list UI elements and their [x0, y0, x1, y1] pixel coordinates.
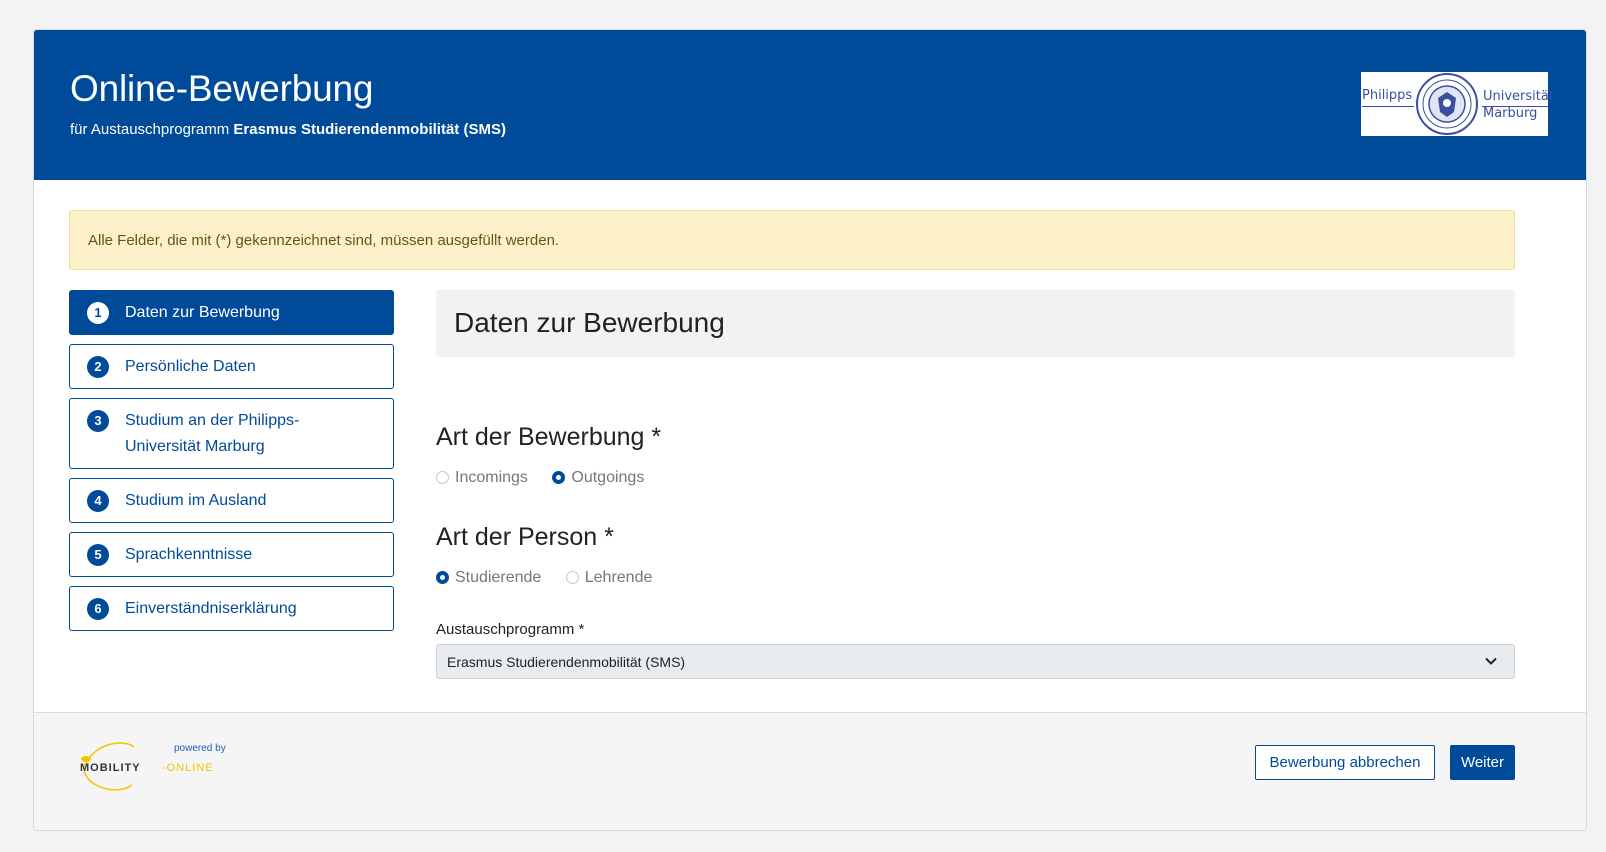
step-sprachkenntnisse[interactable]: 5 Sprachkenntnisse — [69, 532, 394, 577]
radio-lehrende[interactable]: Lehrende — [565, 569, 653, 587]
radio-label: Studierende — [455, 569, 542, 586]
radio-label: Incomings — [455, 469, 528, 486]
step-label: Studium im Ausland — [125, 492, 267, 509]
section-title: Daten zur Bewerbung — [454, 307, 725, 338]
step-label: Sprachkenntnisse — [125, 546, 253, 563]
logo-right-text-2: Marburg — [1483, 106, 1538, 121]
section-header: Daten zur Bewerbung — [436, 290, 1515, 357]
university-seal-icon — [1416, 73, 1478, 135]
page-title: Online-Bewerbung — [70, 68, 374, 109]
step-number: 1 — [87, 302, 109, 324]
page-header: Online-Bewerbung für Austauschprogramm E… — [34, 30, 1586, 180]
page-footer: powered by MOBILITY -ONLINE Bewerbung ab… — [34, 712, 1586, 830]
radio-outgoings[interactable]: Outgoings — [552, 469, 644, 487]
radio-label: Lehrende — [584, 569, 653, 586]
subtitle-prefix: für Austauschprogramm — [70, 121, 234, 138]
step-daten-zur-bewerbung[interactable]: 1 Daten zur Bewerbung — [69, 290, 394, 335]
logo-right-text-1: Universität — [1483, 89, 1554, 104]
step-label: Einverständniserklärung — [125, 600, 297, 617]
radio-incomings[interactable]: Incomings — [436, 469, 528, 487]
subtitle-program: Erasmus Studierendenmobilität (SMS) — [233, 121, 506, 138]
logo-left-text: Philipps — [1362, 88, 1413, 103]
art-der-bewerbung-radios: Incomings Outgoings — [436, 469, 664, 487]
step-label-line-1: Studium an der Philipps- — [125, 412, 300, 429]
page-subtitle: für Austauschprogramm Erasmus Studierend… — [70, 121, 506, 138]
step-einverstaendniserklaerung[interactable]: 6 Einverständniserklärung — [69, 586, 394, 631]
step-label-line-2: Universität Marburg — [125, 438, 265, 455]
austauschprogramm-label: Austauschprogramm * — [436, 621, 585, 638]
radio-studierende[interactable]: Studierende — [436, 569, 541, 587]
radio-circle-selected — [436, 571, 449, 584]
step-number: 2 — [87, 356, 109, 378]
radio-circle — [565, 571, 579, 584]
brand-text-1: MOBILITY — [80, 762, 141, 774]
step-label: Daten zur Bewerbung — [125, 304, 280, 321]
step-persoenliche-daten[interactable]: 2 Persönliche Daten — [69, 344, 394, 389]
step-label: Studium an der Philipps- Universität Mar… — [125, 408, 299, 460]
next-button[interactable]: Weiter — [1450, 745, 1515, 780]
brand-text-2: -ONLINE — [162, 762, 214, 774]
application-card: Online-Bewerbung für Austauschprogramm E… — [33, 29, 1587, 831]
logo-divider — [1362, 106, 1414, 107]
step-studium-ausland[interactable]: 4 Studium im Ausland — [69, 478, 394, 523]
art-der-bewerbung-heading: Art der Bewerbung * — [436, 423, 662, 451]
logo-right-text: Universität Marburg — [1483, 88, 1554, 122]
art-der-person-radios: Studierende Lehrende — [436, 569, 672, 587]
step-number: 4 — [87, 490, 109, 512]
logo-divider — [1482, 106, 1548, 107]
austauschprogramm-select[interactable]: Erasmus Studierendenmobilität (SMS) — [436, 644, 1515, 679]
art-der-person-heading: Art der Person * — [436, 523, 614, 551]
powered-by-text: powered by — [174, 743, 226, 754]
radio-circle-selected — [552, 471, 566, 484]
step-number: 6 — [87, 598, 109, 620]
university-logo: Philipps Universität Marburg — [1361, 72, 1554, 136]
radio-label: Outgoings — [571, 469, 645, 486]
step-studium-marburg[interactable]: 3 Studium an der Philipps- Universität M… — [69, 398, 394, 469]
mobility-online-logo: powered by MOBILITY -ONLINE — [80, 742, 226, 791]
chevron-down-icon — [1485, 657, 1497, 665]
cancel-application-button[interactable]: Bewerbung abbrechen — [1255, 745, 1435, 780]
radio-circle — [436, 471, 449, 484]
step-number: 5 — [87, 544, 109, 566]
required-fields-notice: Alle Felder, die mit (*) gekennzeichnet … — [69, 210, 1515, 270]
step-number: 3 — [87, 410, 109, 432]
step-label: Persönliche Daten — [125, 358, 256, 375]
select-value: Erasmus Studierendenmobilität (SMS) — [447, 654, 686, 670]
